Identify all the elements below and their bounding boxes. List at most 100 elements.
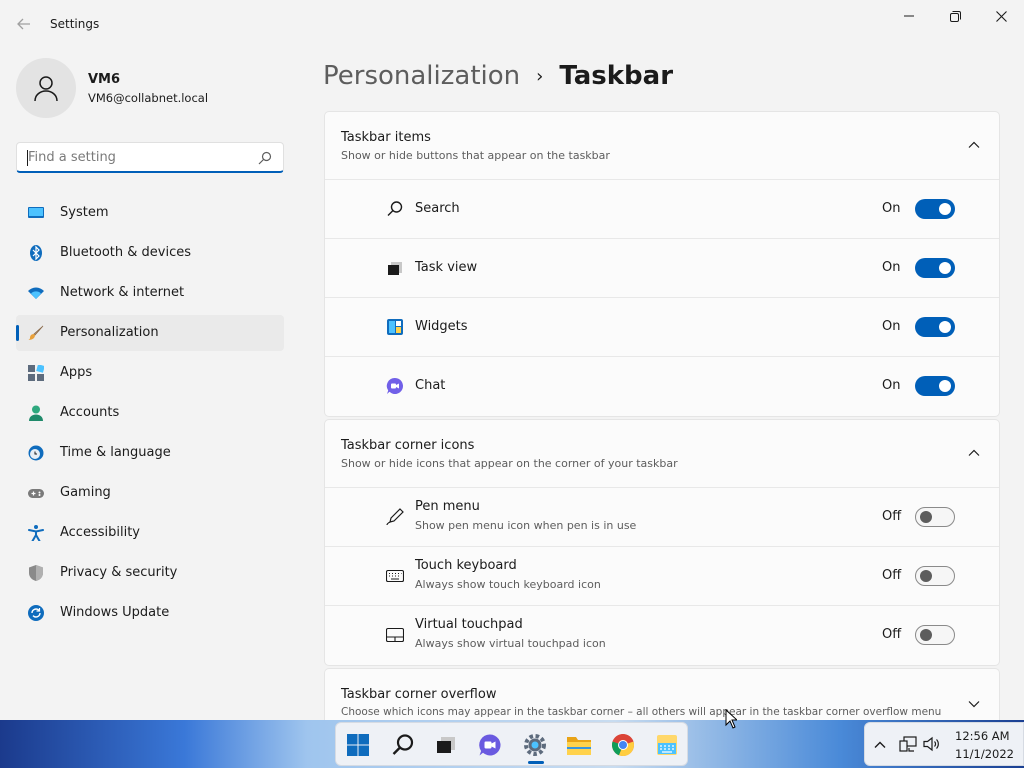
search-icon	[392, 734, 414, 755]
toggle-knob	[920, 629, 932, 641]
maximize-button[interactable]	[932, 0, 978, 32]
chevron-up-icon[interactable]	[967, 138, 981, 152]
clock-time[interactable]: 12:56 AM	[955, 729, 1010, 743]
widgets-icon	[387, 319, 403, 335]
chrome-button[interactable]	[610, 732, 636, 758]
sidebar-item-label: Time & language	[60, 445, 171, 460]
setting-row-chat: Chat On	[325, 357, 999, 416]
sidebar-item-windows-update[interactable]: Windows Update	[16, 595, 284, 631]
chat-icon	[386, 377, 404, 394]
taskbar-items-header[interactable]: Taskbar items Show or hide buttons that …	[325, 112, 999, 180]
toggle-knob	[920, 570, 932, 582]
setting-label: Touch keyboard	[415, 558, 517, 573]
sidebar-item-personalization[interactable]: Personalization	[16, 315, 284, 351]
sidebar-item-time-language[interactable]: Time & language	[16, 435, 284, 471]
sidebar-item-label: Network & internet	[60, 285, 185, 300]
sidebar-item-gaming[interactable]: Gaming	[16, 475, 284, 511]
sidebar-item-bluetooth[interactable]: Bluetooth & devices	[16, 235, 284, 271]
mouse-cursor-icon	[725, 709, 737, 729]
sidebar-nav: System Bluetooth & devices Network & int…	[16, 195, 284, 635]
window-title: Settings	[50, 17, 100, 31]
setting-label: Widgets	[415, 319, 468, 334]
breadcrumb-parent[interactable]: Personalization	[323, 61, 520, 91]
search-icon	[387, 201, 403, 216]
toggle-knob	[939, 380, 951, 392]
setting-description: Always show touch keyboard icon	[415, 578, 601, 591]
setting-row-pen-menu: Pen menu Show pen menu icon when pen is …	[325, 488, 999, 547]
toggle-state-label: Off	[882, 627, 902, 642]
close-button[interactable]	[978, 0, 1024, 32]
task-view-toggle[interactable]	[915, 258, 955, 278]
setting-description: Show pen menu icon when pen is in use	[415, 519, 637, 532]
toggle-state-label: Off	[882, 509, 902, 524]
sidebar-item-system[interactable]: System	[16, 195, 284, 231]
windows-logo-icon	[347, 734, 369, 756]
sidebar-item-privacy-security[interactable]: Privacy & security	[16, 555, 284, 591]
touch-keyboard-toggle[interactable]	[915, 566, 955, 586]
avatar[interactable]	[16, 58, 76, 118]
chat-button[interactable]	[477, 732, 503, 758]
search-toggle[interactable]	[915, 199, 955, 219]
start-button[interactable]	[345, 732, 371, 758]
taskbar-apps	[335, 722, 688, 766]
file-explorer-button[interactable]	[566, 732, 592, 758]
setting-label: Search	[415, 201, 460, 216]
search-input[interactable]: Find a setting	[16, 142, 284, 173]
page-title: Taskbar	[559, 61, 674, 91]
sidebar-item-label: Accounts	[60, 405, 120, 420]
sidebar-item-label: Windows Update	[60, 605, 170, 620]
search-placeholder: Find a setting	[28, 150, 116, 165]
taskbar-search-button[interactable]	[390, 732, 416, 758]
task-view-button[interactable]	[433, 732, 459, 758]
refresh-icon	[28, 605, 44, 621]
volume-button[interactable]	[923, 736, 941, 756]
toggle-knob	[920, 511, 932, 523]
setting-row-widgets: Widgets On	[325, 298, 999, 357]
user-email: VM6@collabnet.local	[88, 91, 209, 105]
sidebar-item-accounts[interactable]: Accounts	[16, 395, 284, 431]
setting-description: Always show virtual touchpad icon	[415, 637, 606, 650]
toggle-state-label: On	[882, 260, 901, 275]
section-subtitle: Choose which icons may appear in the tas…	[341, 706, 942, 718]
notepad-app-button[interactable]	[654, 732, 680, 758]
chevron-up-icon[interactable]	[967, 446, 981, 460]
clock-date[interactable]: 11/1/2022	[955, 747, 1014, 761]
breadcrumb: Personalization › Taskbar	[323, 58, 673, 94]
wifi-icon	[28, 287, 44, 299]
chat-toggle[interactable]	[915, 376, 955, 396]
taskbar-corner-overflow-section[interactable]: Taskbar corner overflow Choose which ico…	[324, 668, 1000, 728]
widgets-toggle[interactable]	[915, 317, 955, 337]
sidebar-item-label: Personalization	[60, 325, 159, 340]
sidebar-item-label: Privacy & security	[60, 565, 178, 580]
setting-label: Pen menu	[415, 499, 480, 514]
sidebar-item-label: Gaming	[60, 485, 111, 500]
setting-row-search: Search On	[325, 180, 999, 239]
chevron-down-icon[interactable]	[967, 697, 981, 711]
sidebar-item-label: Bluetooth & devices	[60, 245, 191, 260]
toggle-knob	[939, 321, 951, 333]
brush-icon	[28, 325, 44, 340]
section-subtitle: Show or hide buttons that appear on the …	[341, 149, 610, 162]
title-bar: Settings	[0, 0, 1024, 48]
network-status-button[interactable]	[899, 736, 917, 756]
clock-globe-icon	[28, 445, 44, 461]
sidebar-item-network[interactable]: Network & internet	[16, 275, 284, 311]
sidebar-item-accessibility[interactable]: Accessibility	[16, 515, 284, 551]
speaker-icon	[923, 736, 939, 752]
show-hidden-icons-button[interactable]	[873, 737, 887, 756]
section-subtitle: Show or hide icons that appear on the co…	[341, 457, 678, 470]
minimize-button[interactable]	[886, 0, 932, 32]
sidebar-item-label: Apps	[60, 365, 93, 380]
setting-row-task-view: Task view On	[325, 239, 999, 298]
taskbar-corner-icons-header[interactable]: Taskbar corner icons Show or hide icons …	[325, 420, 999, 488]
breadcrumb-separator: ›	[536, 65, 544, 87]
chevron-up-icon	[874, 741, 886, 748]
virtual-touchpad-toggle[interactable]	[915, 625, 955, 645]
active-app-indicator	[528, 761, 544, 764]
gear-icon	[524, 734, 546, 756]
sidebar-item-apps[interactable]: Apps	[16, 355, 284, 391]
back-arrow-icon[interactable]	[12, 12, 36, 36]
settings-app-button[interactable]	[522, 732, 548, 758]
pen-menu-toggle[interactable]	[915, 507, 955, 527]
sidebar-item-label: Accessibility	[60, 525, 140, 540]
